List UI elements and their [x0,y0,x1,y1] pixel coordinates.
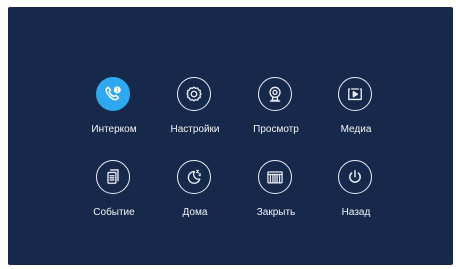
home-label: Дома [182,207,208,218]
event-document-icon [96,160,130,194]
home-moon-icon [177,160,211,194]
power-back-icon [338,160,372,194]
home-button[interactable]: Дома [157,160,233,236]
back-label: Назад [341,207,371,218]
view-label: Просмотр [253,124,299,135]
close-button[interactable]: Закрыть [238,160,314,236]
settings-gear-icon [177,77,211,111]
settings-button[interactable]: Настройки [157,77,233,153]
media-button[interactable]: Медиа [318,77,394,153]
settings-label: Настройки [170,124,220,135]
media-play-icon [338,77,372,111]
intercom-phone-icon: 1 [96,77,130,111]
view-button[interactable]: Просмотр [238,77,314,153]
svg-text:1: 1 [116,88,119,94]
home-screen: 1 Интерком Настройки Просмотр Медиа Собы… [8,7,453,265]
event-button[interactable]: Событие [76,160,152,236]
close-label: Закрыть [256,207,296,218]
camera-view-icon [258,77,292,111]
close-gate-icon [258,160,292,194]
media-label: Медиа [340,124,372,135]
back-button[interactable]: Назад [318,160,394,236]
intercom-button[interactable]: 1 Интерком [76,77,152,153]
intercom-label: Интерком [91,124,137,135]
event-label: Событие [93,207,135,218]
